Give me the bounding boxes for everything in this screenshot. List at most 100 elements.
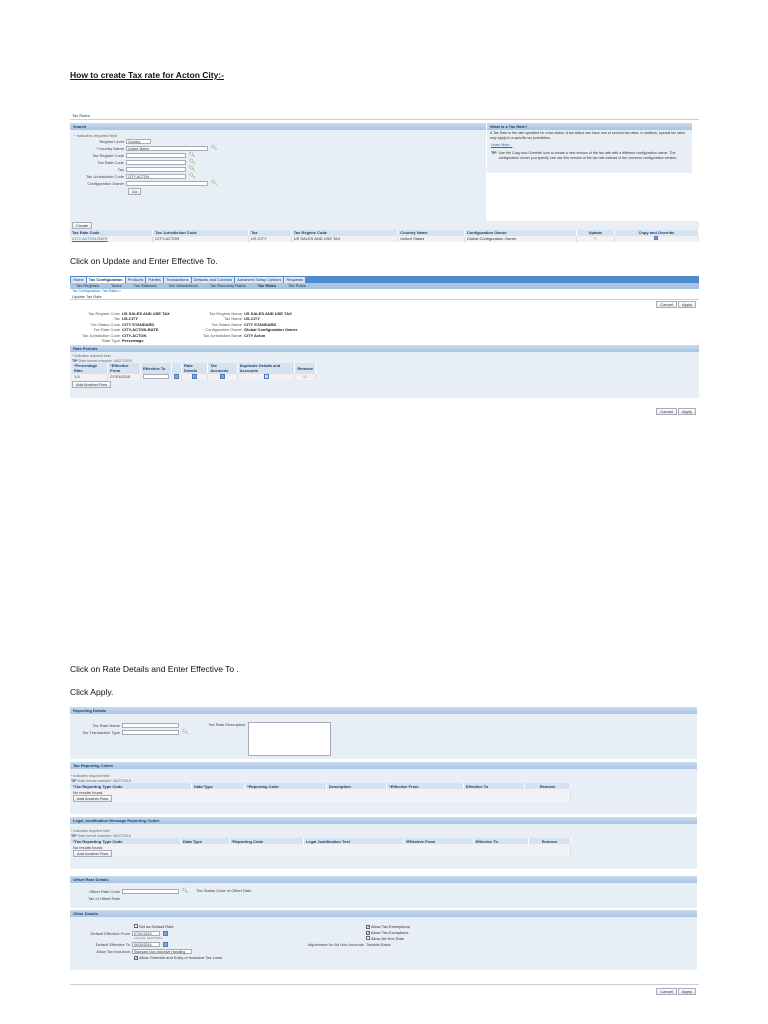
label: Tax Rate Name [92, 722, 120, 728]
label: Offset Rate Code [89, 888, 120, 894]
regime-level-select[interactable]: Country [126, 138, 151, 145]
subtab-tax-rates[interactable]: Tax Rates [252, 283, 283, 289]
column-header: Tax Accounts [207, 363, 238, 374]
apply-button[interactable]: Apply [677, 988, 696, 995]
tax-accounts-icon[interactable] [220, 373, 226, 379]
table-row: CITY-ACTON-RATE CITY-ACTON US CITY US SA… [70, 236, 700, 242]
tax-reporting-codes-header: Tax Reporting Codes [70, 762, 697, 769]
apply-button[interactable]: Apply [677, 300, 696, 308]
allow-override-checkbox[interactable]: ✓ [134, 955, 138, 960]
subtab-tax-statuses[interactable]: Tax Statuses [128, 283, 163, 289]
subtab-tax-rules[interactable]: Tax Rules [282, 283, 312, 289]
label: Default Effective To [95, 941, 130, 947]
help-header: What is a Tax Rate? [487, 123, 692, 130]
search-icon[interactable]: 🔍︎ [211, 180, 217, 187]
add-another-row-button[interactable]: Add Another Row [73, 850, 113, 858]
tax-rate-name-input[interactable] [122, 722, 179, 729]
label: Allow Tax Inclusion [96, 948, 130, 954]
column-header: *Percentage Rate [72, 363, 109, 374]
subtab-tax-recovery-rates[interactable]: Tax Recovery Rates [204, 283, 252, 289]
update-pencil-icon[interactable]: ✎ [576, 236, 615, 242]
calendar-icon[interactable] [174, 373, 180, 379]
search-icon[interactable]: 🔍︎ [189, 173, 195, 180]
search-icon[interactable]: 🔍︎ [189, 152, 195, 159]
apply-button[interactable]: Apply [677, 407, 696, 415]
allow-tax-exceptions-checkbox[interactable]: ✓ [366, 931, 370, 935]
search-icon[interactable]: 🔍︎ [182, 888, 188, 895]
go-button[interactable]: Go [128, 188, 142, 196]
learn-more-link[interactable]: Learn More... [487, 141, 692, 150]
copy-override-icon[interactable] [614, 236, 700, 242]
create-button[interactable]: Create [72, 222, 93, 229]
label: Tax Transaction Type [82, 729, 120, 735]
doc-title: How to create Tax rate for Acton City:- [70, 70, 224, 80]
tax-rate-code-input[interactable] [126, 159, 186, 166]
cancel-button[interactable]: Cancel [656, 988, 677, 995]
tax-rates-search-screenshot: Tax Rates Search * Indicates required fi… [70, 112, 700, 245]
results-table: Tax Rate Code Tax Jurisdiction Code Tax … [70, 230, 700, 242]
percentage-rate: 1.5 [72, 373, 109, 381]
search-icon[interactable]: 🔍︎ [182, 729, 188, 736]
cell: Global Configuration Owner [464, 236, 577, 242]
set-default-rate-checkbox[interactable] [134, 924, 138, 928]
step-1-text: Click on Update and Enter Effective To. [70, 256, 218, 266]
column-header: Effective To [140, 363, 173, 374]
tax-rate-description-textarea[interactable] [248, 722, 332, 756]
tip-label: TIP [71, 778, 77, 783]
offset-rate-header: Offset Rate Details [70, 876, 697, 883]
page-title: Tax Rates [70, 112, 699, 120]
tip-text: Date format example: 06/27/2019 [78, 358, 132, 363]
tax-rate-code-link[interactable]: CITY-ACTON-RATE [70, 236, 154, 242]
effective-to-input[interactable] [143, 373, 170, 380]
search-icon[interactable]: 🔍︎ [211, 145, 217, 152]
cell: US CITY [248, 236, 292, 242]
cancel-button[interactable]: Cancel [656, 300, 677, 308]
default-effective-to-input[interactable]: 06/30/2016 [132, 941, 160, 948]
allow-tax-exemptions-checkbox[interactable]: ✓ [366, 925, 370, 929]
search-icon[interactable]: 🔍︎ [189, 166, 195, 173]
country-name-input[interactable]: United States [126, 145, 208, 152]
add-another-row-button[interactable]: Add Another Row [72, 381, 112, 389]
duplicate-icon[interactable] [263, 373, 269, 379]
cell: CITY-ACTON [152, 236, 249, 242]
column-header [171, 363, 183, 374]
tax-jurisdiction-code-input[interactable]: CITY-ACTON [126, 173, 186, 180]
tip-text: Use the Copy and Override icon to create… [498, 151, 678, 160]
regime-level-field: Regime Level Country [74, 138, 482, 145]
help-text: A Tax Rate is the rate specified for a t… [490, 131, 685, 140]
rate-details-icon[interactable] [192, 373, 198, 379]
tax-input[interactable] [126, 166, 186, 173]
step-2-text: Click on Rate Details and Enter Effectiv… [70, 664, 239, 674]
other-details-header: Other Details [70, 910, 697, 917]
calendar-icon[interactable] [163, 941, 168, 947]
column-header: Duplicate Details and Accounts [237, 363, 296, 374]
tax-regime-code-input[interactable] [126, 152, 186, 159]
cancel-button[interactable]: Cancel [656, 407, 677, 415]
label: Default Effective From [90, 930, 131, 936]
tax-transaction-type-input[interactable] [122, 729, 179, 736]
effective-from: 07/01/2015 [107, 373, 142, 381]
search-icon[interactable]: 🔍︎ [189, 159, 195, 166]
legal-justification-header: Legal Justification Message Reporting Co… [70, 817, 697, 824]
subtab-tax-jurisdictions[interactable]: Tax Jurisdictions [162, 283, 203, 289]
tax-reporting-codes-table: *Tax Reporting Type Code Data Type *Report… [71, 783, 571, 803]
rate-periods-header: Rate Periods [70, 344, 699, 352]
tip-text: Date format example: 06/27/2019 [77, 833, 131, 838]
label: Allow Ad Hoc Rate [371, 936, 405, 941]
cell: United States [397, 236, 465, 242]
legal-justification-table: *Tax Reporting Type Code Data Type *Report… [71, 838, 571, 858]
offset-rate-code-input[interactable] [122, 888, 179, 895]
allow-ad-hoc-rate-checkbox[interactable] [366, 936, 370, 940]
add-another-row-button[interactable]: Add Another Row [73, 795, 113, 803]
update-tax-rate-screenshot: Home Tax Configuration Products Parties … [70, 276, 699, 426]
label: Allow Tax Exemptions [371, 924, 410, 929]
column-header: *Effective From [107, 363, 142, 374]
configuration-owner-input[interactable] [126, 180, 208, 187]
allow-tax-inclusion-select[interactable]: Standard Non-Inclusive Handling [132, 948, 192, 955]
column-header: Rate Details [181, 363, 209, 374]
step-3-text: Click Apply. [70, 687, 114, 697]
label: Allow Tax Exceptions [371, 930, 409, 935]
remove-icon[interactable]: ☑ [294, 373, 316, 381]
tip-label: TIP [491, 151, 497, 156]
calendar-icon[interactable] [163, 931, 168, 936]
